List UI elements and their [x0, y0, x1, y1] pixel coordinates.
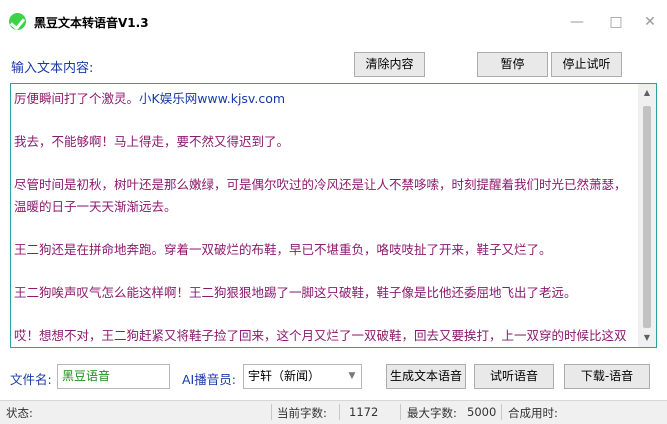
- text-line-content: 王二狗唉声叹气怎么能这样啊！王二狗狠狠地踢了一脚这只破鞋，鞋子像是比他还委屈地飞…: [14, 284, 577, 300]
- scroll-down-arrow-icon[interactable]: ▼: [638, 329, 656, 347]
- synth-time-label: 合成用时:: [508, 406, 558, 420]
- status-divider: [339, 404, 340, 420]
- text-line-content: 厉便瞬间打了个激灵。: [14, 91, 140, 106]
- text-line: 尽管时间是初秋，树叶还是那么嫩绿，可是偶尔吹过的冷风还是让人不禁哆嗦，时刻提醒着…: [14, 174, 637, 217]
- text-line: 王二狗唉声叹气怎么能这样啊！王二狗狠狠地踢了一脚这只破鞋，鞋子像是比他还委屈地飞…: [14, 282, 637, 304]
- clear-content-button[interactable]: 清除内容: [354, 52, 425, 77]
- stop-preview-button[interactable]: 停止试听: [551, 52, 622, 77]
- announcer-label: AI播音员:: [182, 372, 236, 387]
- minimize-button[interactable]: —: [565, 10, 589, 34]
- text-line: 厉便瞬间打了个激灵。小K娱乐网www.kjsv.com: [14, 88, 637, 110]
- scroll-up-arrow-icon[interactable]: ▲: [638, 84, 656, 102]
- text-line-content: 哎！想想不对，王二狗赶紧又将鞋子捡了回来，这个月又烂了一双破鞋，回去又要挨打，上…: [14, 327, 627, 343]
- filename-input[interactable]: 黑豆语音: [57, 364, 170, 389]
- close-button[interactable]: ✕: [638, 10, 662, 34]
- status-divider: [501, 404, 502, 420]
- status-divider: [400, 404, 401, 420]
- input-text-label: 输入文本内容:: [11, 61, 94, 76]
- status-bar: 状态: 当前字数: 1172 最大字数: 5000 合成用时:: [0, 400, 667, 424]
- maximize-button[interactable]: □: [604, 10, 628, 34]
- window-title: 黑豆文本转语音V1.3: [34, 16, 149, 30]
- max-chars-value: 5000: [467, 405, 497, 419]
- text-line: 王二狗还是在拼命地奔跑。穿着一双破烂的布鞋，早已不堪重负，咯吱吱扯了开来，鞋子又…: [14, 239, 637, 261]
- current-chars-label: 当前字数:: [277, 406, 327, 420]
- app-check-icon: [9, 13, 26, 30]
- text-line-content: 王二狗还是在拼命地奔跑。穿着一双破烂的布鞋，早已不堪重负，咯吱吱扯了开来，鞋子又…: [14, 241, 552, 257]
- text-line: 哎！想想不对，王二狗赶紧又将鞋子捡了回来，这个月又烂了一双破鞋，回去又要挨打，上…: [14, 325, 637, 348]
- announcer-select[interactable]: 宇轩（新闻） ▼: [243, 364, 362, 389]
- text-input-area[interactable]: 厉便瞬间打了个激灵。小K娱乐网www.kjsv.com 我去，不能够啊！马上得走，…: [10, 83, 657, 348]
- status-label: 状态:: [6, 406, 33, 420]
- text-line: 我去，不能够啊！马上得走，要不然又得迟到了。: [14, 131, 637, 153]
- text-content[interactable]: 厉便瞬间打了个激灵。小K娱乐网www.kjsv.com 我去，不能够啊！马上得走，…: [14, 88, 637, 348]
- max-chars-label: 最大字数:: [407, 406, 457, 420]
- chevron-down-icon[interactable]: ▼: [343, 365, 361, 388]
- generate-speech-button[interactable]: 生成文本语音: [386, 364, 466, 389]
- website-link[interactable]: 小K娱乐网www.kjsv.com: [139, 91, 285, 106]
- scroll-thumb[interactable]: [643, 106, 651, 328]
- vertical-scrollbar[interactable]: ▲ ▼: [638, 84, 656, 347]
- current-chars-value: 1172: [349, 405, 379, 419]
- status-divider: [271, 404, 272, 420]
- download-speech-button[interactable]: 下载-语音: [564, 364, 650, 389]
- title-bar: 黑豆文本转语音V1.3 — □ ✕: [0, 0, 667, 46]
- text-line-content: 尽管时间是初秋，树叶还是那么嫩绿，可是偶尔吹过的冷风还是让人不禁哆嗦，时刻提醒着…: [14, 177, 627, 214]
- text-line-content: 我去，不能够啊！马上得走，要不然又得迟到了。: [14, 134, 290, 149]
- preview-speech-button[interactable]: 试听语音: [474, 364, 554, 389]
- filename-label: 文件名:: [10, 372, 52, 387]
- pause-button[interactable]: 暂停: [477, 52, 548, 77]
- announcer-selected-value: 宇轩（新闻）: [248, 369, 321, 383]
